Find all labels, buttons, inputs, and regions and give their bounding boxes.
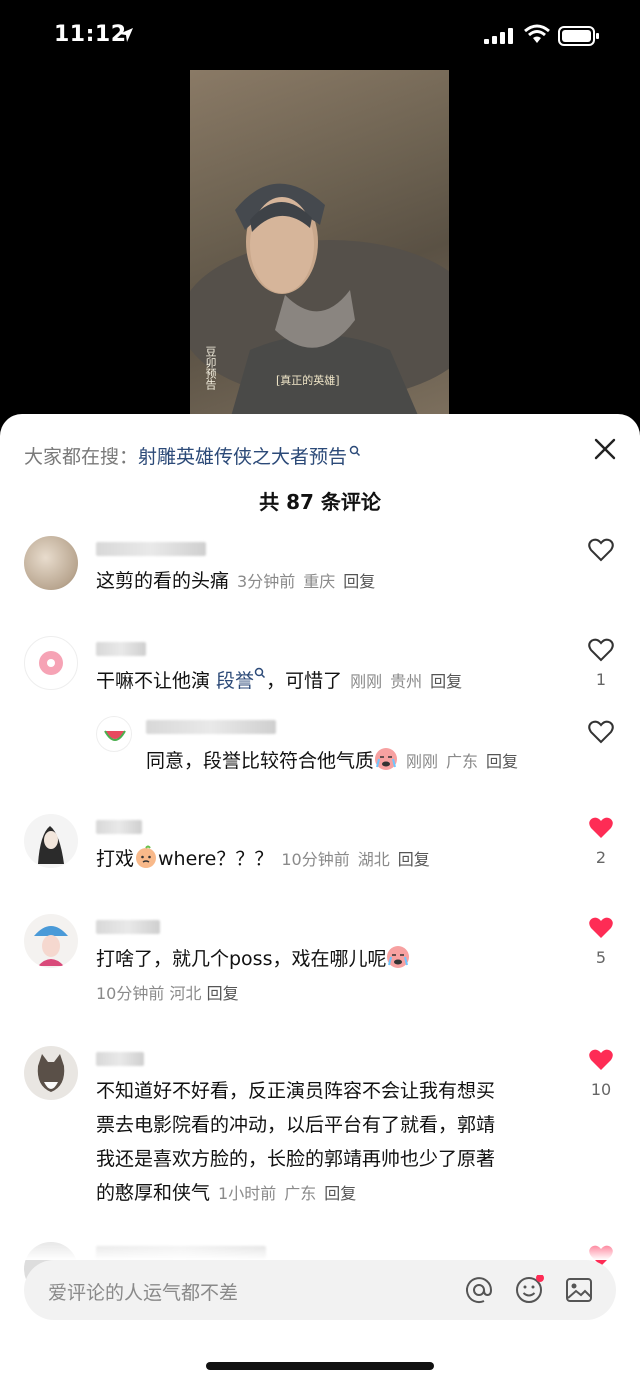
home-indicator[interactable] — [206, 1362, 434, 1370]
crying-emoji-icon — [387, 946, 410, 968]
video-caption: [真正的英雄] — [276, 374, 340, 387]
comment-time: 刚刚 — [406, 752, 439, 771]
comment-location: 贵州 — [390, 672, 423, 691]
username-blurred[interactable] — [96, 642, 146, 656]
comment-item: 打啥了，就几个poss，戏在哪儿呢 10分钟前 河北 回复 5 — [0, 912, 640, 1022]
like-count: 10 — [590, 1080, 612, 1099]
like-count: 5 — [595, 948, 607, 967]
like-count: 2 — [595, 848, 607, 867]
comment-sheet: 大家都在搜：射雕英雄传侠之大者预告 共 87 条评论 这剪的看的头痛 3分钟前 重庆… — [0, 414, 640, 1385]
comment-count: 共 87 条评论 — [259, 490, 381, 514]
liked-heart-icon[interactable] — [588, 916, 614, 940]
avatar[interactable] — [24, 1046, 78, 1100]
comment-body: 打戏 where？？？ 10分钟前 湖北 回复 — [96, 842, 430, 877]
comment-time: 3分钟前 — [237, 572, 296, 591]
avatar[interactable] — [24, 914, 78, 968]
comment-text: 干嘛不让他演 — [96, 670, 217, 692]
comment-text-line: 的憨厚和侠气 — [96, 1182, 211, 1204]
reply-item: 同意，段誉比较符合他气质 刚刚 广东 回复 — [0, 714, 640, 794]
emoji-icon[interactable] — [514, 1275, 544, 1305]
comment-item: 干嘛不让他演 段誉 ，可惜了 刚刚 贵州 回复 1 — [0, 634, 640, 724]
image-icon[interactable] — [564, 1275, 594, 1305]
avatar[interactable] — [24, 536, 78, 590]
mention-icon[interactable] — [464, 1275, 494, 1305]
search-icon — [254, 667, 266, 679]
wifi-icon — [524, 24, 550, 43]
sketch-avatar-image — [38, 826, 64, 864]
video-frame — [190, 183, 449, 420]
like-heart-icon[interactable] — [588, 720, 614, 744]
close-icon[interactable] — [594, 438, 616, 460]
status-bar: 11:12 — [0, 0, 640, 70]
reply-button[interactable]: 回复 — [207, 984, 239, 1003]
comment-location: 湖北 — [357, 850, 390, 869]
comment-text-line: 不知道好不好看，反正演员阵容不会让我有想买 — [96, 1080, 496, 1102]
opera-avatar-image — [34, 926, 68, 966]
like-heart-icon[interactable] — [588, 538, 614, 562]
trending-search[interactable]: 大家都在搜：射雕英雄传侠之大者预告 — [24, 442, 361, 469]
donut-avatar-image — [39, 651, 63, 675]
comment-location: 重庆 — [303, 572, 336, 591]
username-blurred[interactable] — [96, 542, 206, 556]
liked-heart-icon[interactable] — [588, 816, 614, 840]
comment-item: 打戏 where？？？ 10分钟前 湖北 回复 2 — [0, 812, 640, 902]
comment-item: 这剪的看的头痛 3分钟前 重庆 回复 — [0, 534, 640, 624]
liked-heart-icon[interactable] — [588, 1048, 614, 1072]
inline-search-link[interactable]: 段誉 — [216, 670, 254, 692]
comment-text: 打戏 — [96, 848, 135, 870]
status-time: 11:12 — [54, 22, 127, 47]
comment-text-suffix: ，可惜了 — [266, 670, 343, 692]
location-arrow-icon — [119, 28, 133, 42]
comment-body: 不知道好不好看，反正演员阵容不会让我有想买 票去电影院看的冲动，以后平台有了就看… — [96, 1074, 495, 1211]
comment-text: 打啥了，就几个poss，戏在哪儿呢 — [96, 948, 387, 970]
comment-item: 不知道好不好看，反正演员阵容不会让我有想买 票去电影院看的冲动，以后平台有了就看… — [0, 1044, 640, 1214]
comment-location: 河北 — [169, 984, 202, 1003]
username-blurred[interactable] — [96, 920, 160, 934]
reply-button[interactable]: 回复 — [324, 1184, 356, 1203]
like-heart-icon[interactable] — [588, 638, 614, 662]
like-count: 1 — [595, 670, 607, 689]
reply-button[interactable]: 回复 — [398, 850, 430, 869]
trending-search-term[interactable]: 射雕英雄传侠之大者预告 — [138, 446, 347, 468]
comment-location: 广东 — [284, 1184, 317, 1203]
comment-body: 打啥了，就几个poss，戏在哪儿呢 — [96, 942, 410, 976]
comment-time: 10分钟前 — [96, 984, 165, 1003]
comment-body: 同意，段誉比较符合他气质 刚刚 广东 回复 — [146, 744, 518, 779]
comment-text-line: 票去电影院看的冲动，以后平台有了就看，郭靖 — [96, 1114, 496, 1136]
list-fade — [0, 1234, 640, 1260]
video-logo: 豆卯预告 — [204, 346, 217, 390]
comment-text-suffix: where？？？ — [158, 848, 274, 870]
watermelon-avatar-image — [104, 730, 126, 741]
avatar[interactable] — [24, 814, 78, 868]
angry-emoji-icon — [136, 845, 157, 868]
comment-input[interactable]: 爱评论的人运气都不差 — [24, 1260, 616, 1320]
username-blurred[interactable] — [96, 1052, 144, 1066]
battery-icon — [558, 26, 599, 46]
cellular-signal-icon — [484, 28, 513, 44]
username-blurred[interactable] — [146, 720, 276, 734]
comment-input-placeholder: 爱评论的人运气都不差 — [48, 1282, 239, 1304]
cat-avatar-image — [37, 1054, 65, 1092]
comment-time: 10分钟前 — [281, 850, 350, 869]
comment-text-line: 我还是喜欢方脸的，长脸的郭靖再帅也少了原著 — [96, 1148, 496, 1170]
reply-button[interactable]: 回复 — [430, 672, 462, 691]
avatar[interactable] — [96, 716, 132, 752]
reply-button[interactable]: 回复 — [486, 752, 518, 771]
comment-time: 刚刚 — [350, 672, 383, 691]
trending-search-prefix: 大家都在搜： — [24, 446, 139, 468]
comment-body: 干嘛不让他演 段誉 ，可惜了 刚刚 贵州 回复 — [96, 664, 462, 699]
video-player[interactable]: 豆卯预告 [真正的英雄] — [190, 70, 449, 420]
comment-time: 1小时前 — [218, 1184, 277, 1203]
reply-button[interactable]: 回复 — [343, 572, 375, 591]
comment-meta: 10分钟前 河北 回复 — [96, 980, 239, 1004]
search-icon — [349, 445, 361, 457]
crying-emoji-icon — [375, 748, 398, 770]
comment-text: 同意，段誉比较符合他气质 — [146, 750, 375, 772]
avatar[interactable] — [24, 636, 78, 690]
comment-location: 广东 — [446, 752, 479, 771]
comment-body: 这剪的看的头痛 3分钟前 重庆 回复 — [96, 564, 375, 599]
username-blurred[interactable] — [96, 820, 142, 834]
comment-text: 这剪的看的头痛 — [96, 570, 230, 592]
